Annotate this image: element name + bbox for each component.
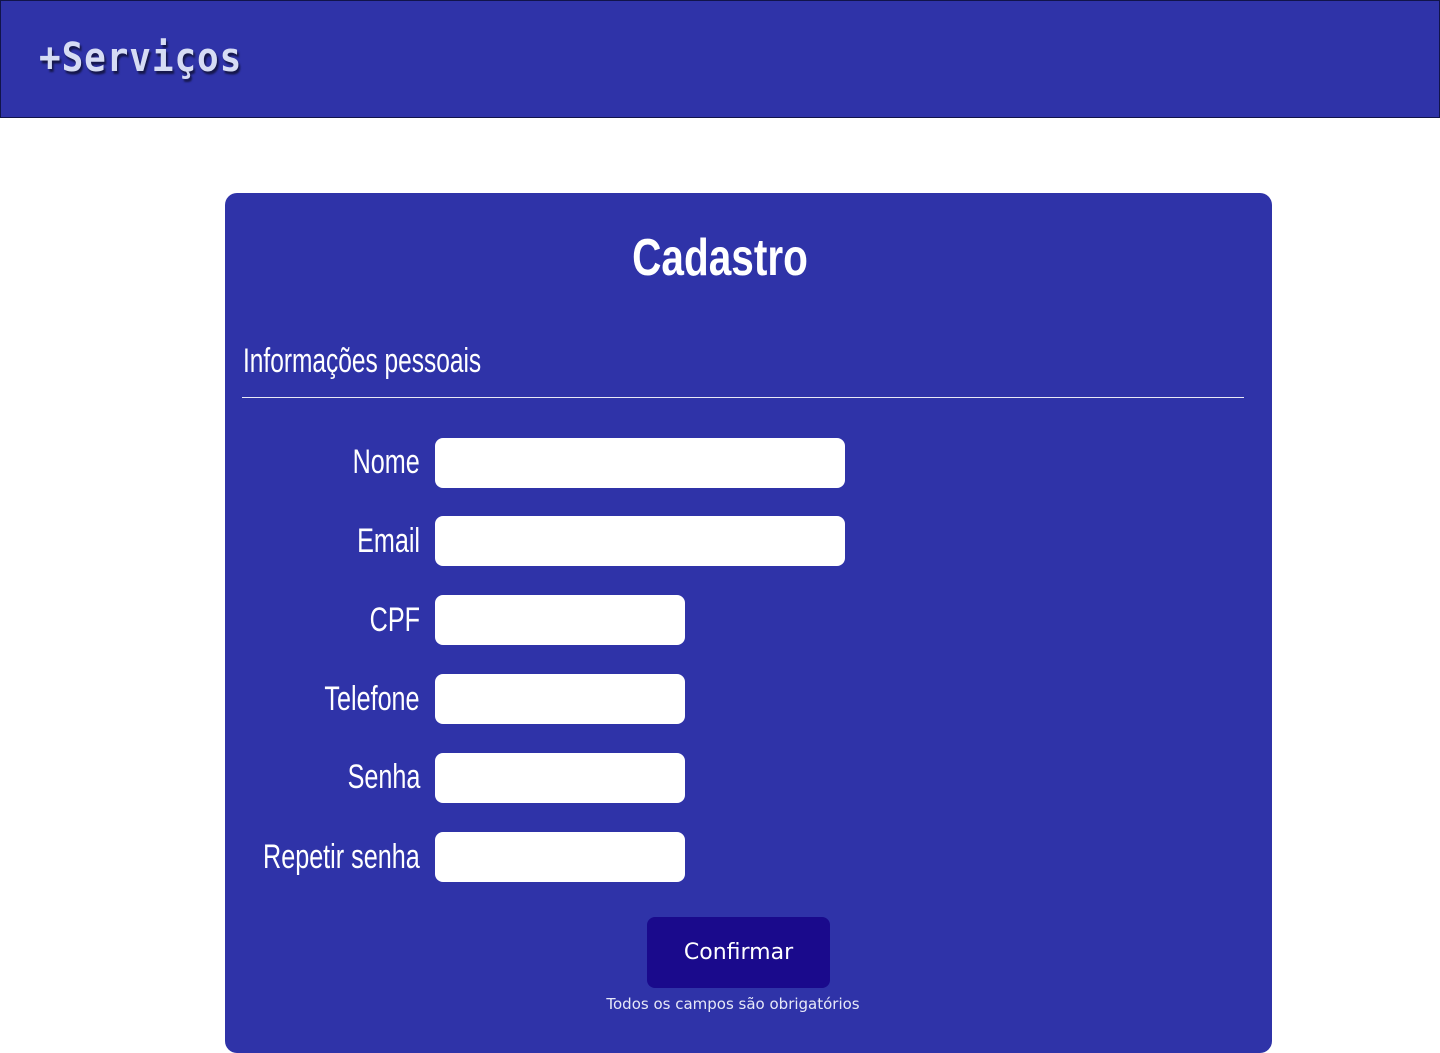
cpf-field[interactable] bbox=[435, 595, 685, 645]
page-title: Cadastro bbox=[632, 229, 808, 287]
name-field[interactable] bbox=[435, 438, 845, 488]
phone-field[interactable] bbox=[435, 674, 685, 724]
confirm-button[interactable]: Confirmar bbox=[647, 917, 830, 988]
repeat-password-label: Repetir senha bbox=[263, 838, 420, 876]
required-fields-note: Todos os campos são obrigatórios bbox=[606, 995, 860, 1013]
section-title-personal-info: Informações pessoais bbox=[243, 342, 482, 380]
top-navbar: +Serviços bbox=[0, 0, 1440, 118]
section-divider bbox=[242, 397, 1244, 398]
brand-logo[interactable]: +Serviços bbox=[39, 35, 242, 81]
name-label: Nome bbox=[352, 443, 420, 481]
password-label: Senha bbox=[347, 758, 420, 796]
password-field[interactable] bbox=[435, 753, 685, 803]
email-field[interactable] bbox=[435, 516, 845, 566]
cpf-label: CPF bbox=[369, 601, 420, 639]
phone-label: Telefone bbox=[324, 680, 420, 718]
email-label: Email bbox=[357, 522, 420, 560]
repeat-password-field[interactable] bbox=[435, 832, 685, 882]
